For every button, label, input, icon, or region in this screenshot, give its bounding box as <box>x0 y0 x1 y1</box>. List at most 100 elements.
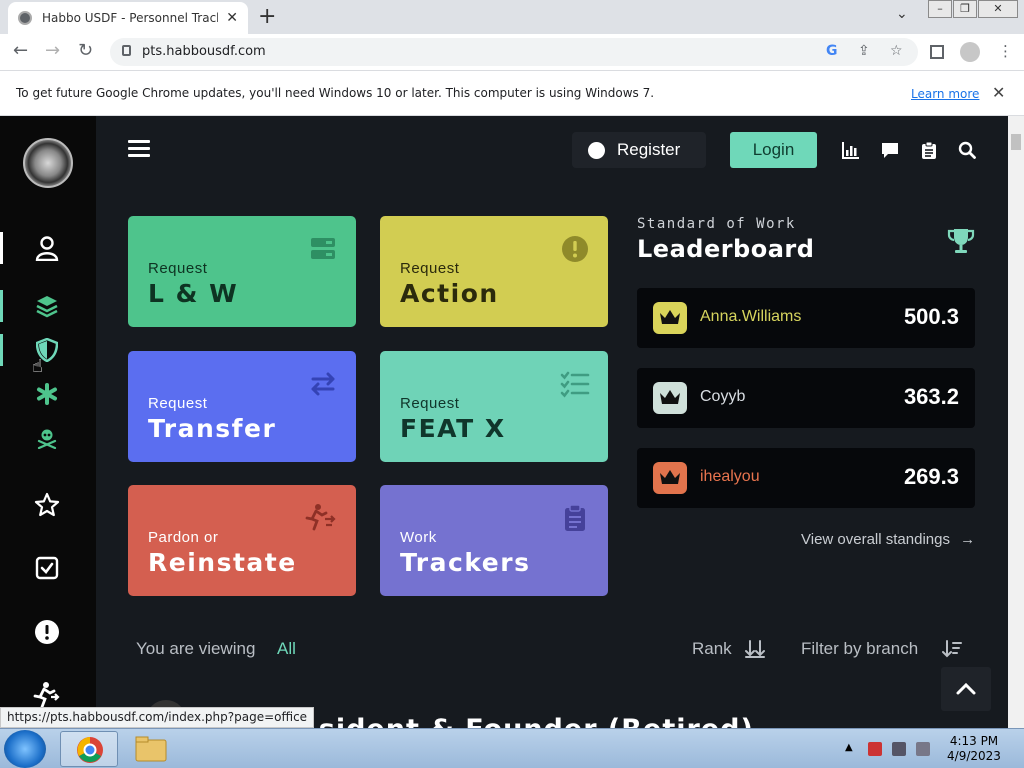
card-request-action[interactable]: Request Action <box>380 216 608 327</box>
address-bar[interactable]: pts.habbousdf.com G ⇪ ☆ <box>110 38 918 66</box>
site-favicon-icon <box>18 11 32 25</box>
browser-tab[interactable]: Habbo USDF - Personnel Tracking ✕ <box>8 2 248 34</box>
leaderboard-title: Leaderboard <box>637 235 815 263</box>
card-pardon-reinstate[interactable]: Pardon or Reinstate <box>128 485 356 596</box>
minimize-window-button[interactable]: – <box>928 0 952 18</box>
clock-time: 4:13 PM <box>949 734 999 748</box>
scrollbar-thumb[interactable] <box>1011 134 1021 150</box>
sort-filter-icon[interactable] <box>942 640 962 658</box>
view-overall-standings-link[interactable]: View overall standings → <box>801 531 975 548</box>
leaderboard-row[interactable]: ihealyou 269.3 <box>637 448 975 508</box>
sidebar-item-profile[interactable] <box>32 233 62 263</box>
scroll-to-top-button[interactable] <box>941 667 991 711</box>
side-panel-icon[interactable] <box>930 45 944 59</box>
crown-icon <box>660 310 680 324</box>
clipboard-icon <box>565 504 585 531</box>
tray-network-icon[interactable] <box>892 742 906 756</box>
chevron-up-icon <box>956 682 976 695</box>
sidebar-active-marker <box>0 232 3 264</box>
card-title: L & W <box>148 279 239 308</box>
register-button[interactable]: Register <box>572 132 706 168</box>
taskbar-explorer[interactable] <box>122 731 180 767</box>
close-window-button[interactable]: ✕ <box>978 0 1018 18</box>
tab-title: Habbo USDF - Personnel Tracking <box>42 11 218 25</box>
card-work-trackers[interactable]: Work Trackers <box>380 485 608 596</box>
sidebar-item-layers[interactable] <box>32 291 62 321</box>
leaderboard-row[interactable]: Anna.Williams 500.3 <box>637 288 975 348</box>
forward-arrow-icon[interactable]: → <box>45 40 60 61</box>
section-title: ...sident & Founder (Retired) <box>285 714 754 728</box>
clipboard-list-icon[interactable] <box>920 141 938 159</box>
page-scrollbar[interactable] <box>1008 116 1024 728</box>
back-arrow-icon[interactable]: ← <box>13 40 28 61</box>
web-page: ☝ Register Login Request L & W Request A… <box>0 116 1008 728</box>
view-all-label: View overall standings <box>801 531 950 548</box>
new-tab-button[interactable]: + <box>258 4 276 30</box>
department-seal-logo[interactable] <box>23 138 73 188</box>
start-button[interactable] <box>4 730 46 768</box>
crown-icon <box>660 470 680 484</box>
sidebar-item-favorites[interactable] <box>32 490 62 520</box>
asterisk-icon <box>37 383 57 405</box>
reload-icon[interactable]: ↻ <box>78 40 93 61</box>
infobar-close-icon[interactable]: ✕ <box>992 83 1005 102</box>
arrow-right-icon: → <box>960 531 976 548</box>
card-title: FEAT X <box>400 414 506 443</box>
google-lens-icon[interactable]: G <box>826 43 838 59</box>
sidebar-item-medical[interactable] <box>32 379 62 409</box>
runner-icon <box>305 504 336 531</box>
tab-search-chevron-icon[interactable]: ⌄ <box>896 6 908 22</box>
chrome-icon <box>77 737 103 763</box>
card-request-feat-x[interactable]: Request FEAT X <box>380 351 608 462</box>
tray-expand-icon[interactable]: ▲ <box>845 742 859 756</box>
bookmark-star-icon[interactable]: ☆ <box>890 43 903 59</box>
sidebar-item-alerts[interactable] <box>32 617 62 647</box>
checklist-icon <box>560 371 590 398</box>
crown-icon <box>660 390 680 404</box>
rank-badge <box>653 302 687 334</box>
leaderboard-name[interactable]: ihealyou <box>700 468 760 486</box>
bar-chart-icon[interactable] <box>842 141 860 159</box>
rank-sort-button[interactable]: Rank <box>692 639 732 659</box>
viewing-value-toggle[interactable]: All <box>277 639 296 659</box>
chat-bubble-icon[interactable] <box>881 141 899 159</box>
search-icon[interactable] <box>958 141 976 159</box>
exclamation-circle-icon <box>35 620 59 644</box>
user-circle-icon <box>588 141 605 159</box>
tray-volume-icon[interactable] <box>916 742 930 756</box>
skull-crossbones-icon <box>37 429 57 449</box>
card-request-lw[interactable]: Request L & W <box>128 216 356 327</box>
leaderboard-row[interactable]: Coyyb 363.2 <box>637 368 975 428</box>
maximize-window-button[interactable]: ❐ <box>953 0 977 18</box>
sort-down-icon[interactable] <box>745 640 765 658</box>
profile-avatar-icon[interactable] <box>960 42 980 62</box>
mouse-pointer-icon: ☝ <box>32 356 43 377</box>
filter-by-branch-button[interactable]: Filter by branch <box>801 639 918 659</box>
user-icon <box>35 236 59 261</box>
checkbox-icon <box>35 556 59 580</box>
trophy-icon <box>947 229 975 253</box>
leaderboard-name[interactable]: Anna.Williams <box>700 308 801 326</box>
clock-date: 4/9/2023 <box>947 749 1001 763</box>
card-request-transfer[interactable]: Request Transfer <box>128 351 356 462</box>
viewing-label: You are viewing <box>136 639 256 658</box>
system-clock[interactable]: 4:13 PM 4/9/2023 <box>946 734 1002 764</box>
learn-more-link[interactable]: Learn more <box>911 87 979 101</box>
tab-close-icon[interactable]: ✕ <box>226 10 238 26</box>
browser-menu-icon[interactable]: ⋮ <box>998 42 1013 60</box>
login-button[interactable]: Login <box>730 132 817 168</box>
sidebar-green-marker-2 <box>0 334 3 366</box>
sidebar-item-tasks[interactable] <box>32 553 62 583</box>
sidebar-item-pardons[interactable] <box>32 680 62 710</box>
swap-icon <box>311 372 335 396</box>
leaderboard-score: 269.3 <box>903 464 959 489</box>
share-icon[interactable]: ⇪ <box>858 43 870 59</box>
sidebar-item-danger[interactable] <box>32 423 62 453</box>
rank-badge <box>653 382 687 414</box>
menu-hamburger-icon[interactable] <box>128 140 150 158</box>
card-title: Action <box>400 279 499 308</box>
taskbar-chrome[interactable] <box>60 731 118 767</box>
address-url[interactable]: pts.habbousdf.com <box>142 44 266 59</box>
tray-flag-icon[interactable] <box>868 742 882 756</box>
leaderboard-name[interactable]: Coyyb <box>700 388 745 406</box>
